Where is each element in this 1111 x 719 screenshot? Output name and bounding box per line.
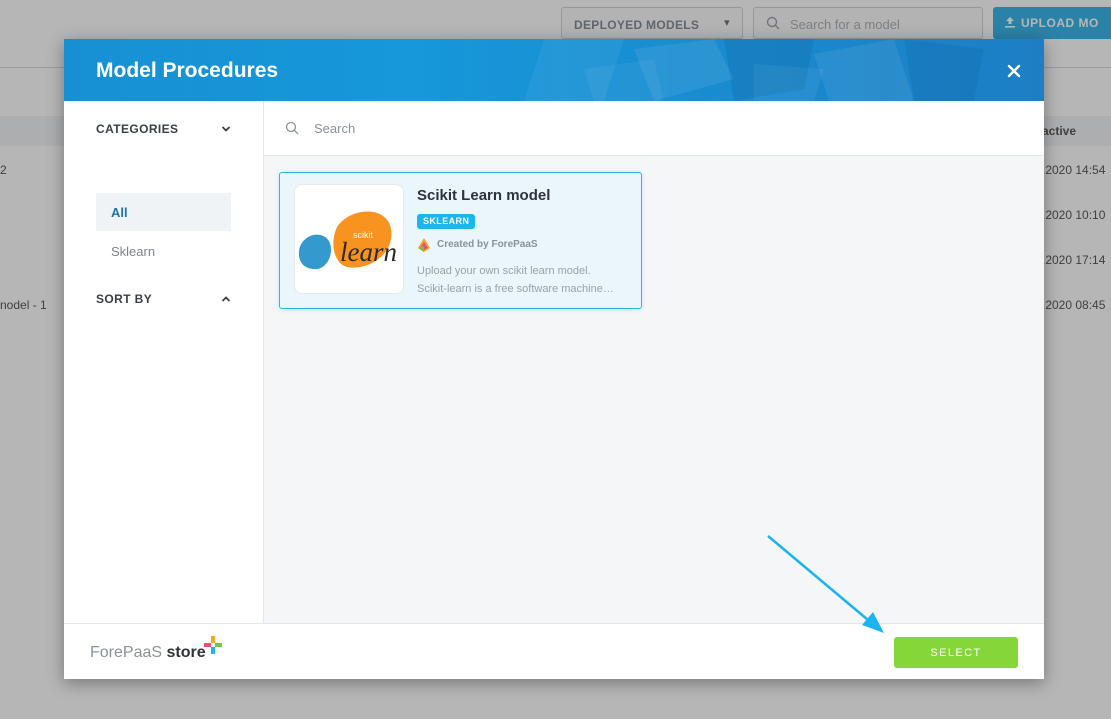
scikit-learn-logo: scikit learn [294,184,404,294]
header-decoration [524,39,984,101]
forepaas-logo-icon [418,238,430,252]
card-title: Scikit Learn model [417,187,551,204]
chevron-down-icon[interactable] [220,123,232,135]
select-button[interactable]: SELECT [894,637,1018,668]
categories-heading[interactable]: CATEGORIES [96,122,178,136]
modal-footer: ForePaaS store SELECT [64,623,1044,679]
procedures-content: scikit learn Scikit Learn model SKLEARN … [264,101,1044,623]
model-procedures-modal: Model Procedures CATEGORIES All Sklearn … [64,39,1044,679]
card-description: Upload your own scikit learn model. Scik… [417,262,627,298]
chevron-up-icon[interactable] [220,293,232,305]
sort-by-heading[interactable]: SORT BY [96,292,152,306]
brand-forepaas: ForePaaS [90,644,163,661]
procedure-search-input[interactable] [314,115,914,141]
filter-sidebar: CATEGORIES All Sklearn SORT BY [64,101,264,623]
close-icon[interactable] [1006,63,1022,79]
logo-learn-text: learn [340,237,397,267]
modal-title: Model Procedures [96,59,279,82]
brand-store: store [166,644,206,661]
modal-header: Model Procedures [64,39,1044,101]
search-icon [285,121,299,135]
forepaas-store-brand: ForePaaS store [90,644,206,662]
category-item-all[interactable]: All [96,193,231,231]
category-tag-badge: SKLEARN [417,214,476,229]
scikit-learn-logo-graphic: scikit learn [298,211,397,270]
procedure-search-bar [264,101,1044,156]
procedure-card[interactable]: scikit learn Scikit Learn model SKLEARN … [279,172,642,309]
plus-logo-icon [204,636,222,654]
card-description-line: Upload your own scikit learn model. [417,265,591,277]
card-description-line: Scikit-learn is a free software machine… [417,283,614,295]
card-author: Created by ForePaaS [437,239,538,250]
category-item-sklearn[interactable]: Sklearn [96,232,231,270]
